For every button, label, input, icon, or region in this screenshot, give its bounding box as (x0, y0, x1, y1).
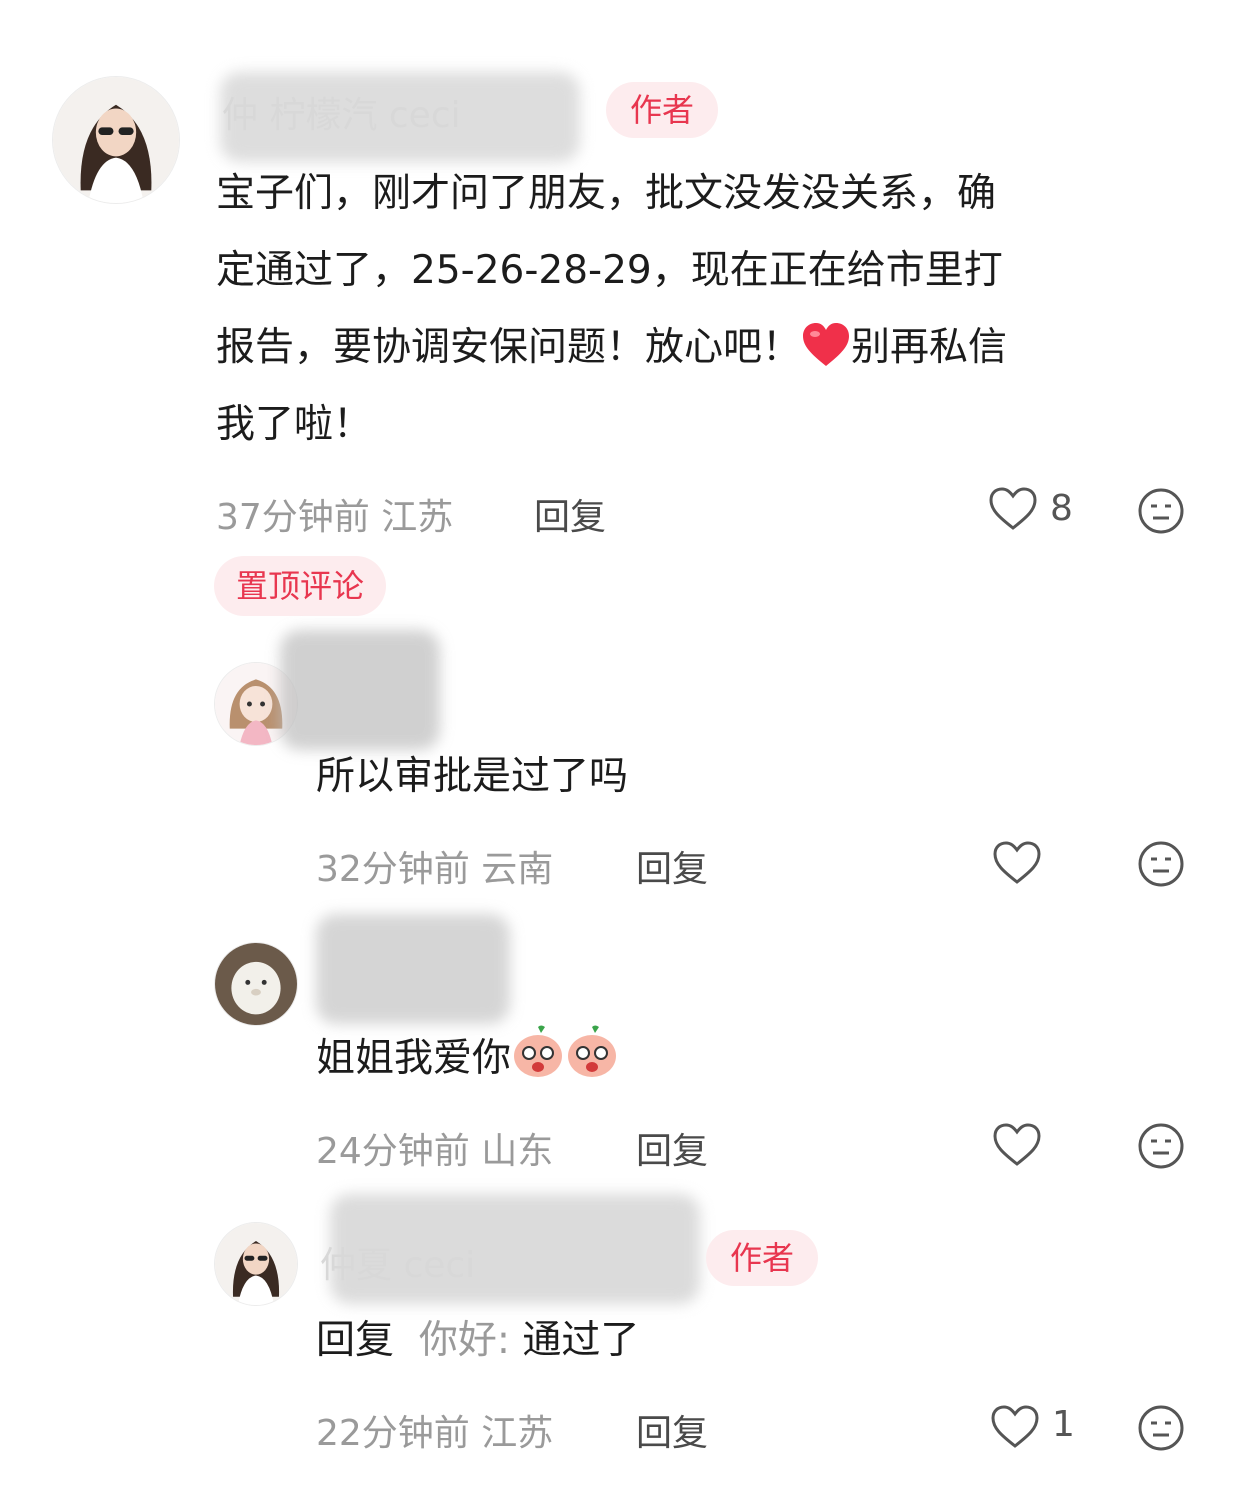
heart-icon[interactable] (992, 840, 1042, 886)
comment-4-text: 回复 你好: 通过了 (316, 1302, 639, 1379)
meh-face-icon[interactable] (1137, 487, 1185, 535)
comment-1-like-count: 8 (1050, 488, 1073, 529)
reply-target-user[interactable]: 你好: (419, 1318, 510, 1363)
username-blur (316, 914, 510, 1024)
author-avatar[interactable] (214, 1222, 298, 1306)
comment-4-body: 通过了 (522, 1318, 640, 1363)
avatar-portrait-image (215, 1223, 297, 1305)
peach-face-emoji-icon (511, 1023, 565, 1105)
meh-face-icon[interactable] (1137, 1404, 1185, 1452)
region: 江苏 (481, 1413, 554, 1454)
comment-4-reply-button[interactable]: 回复 (636, 1404, 708, 1456)
heart-icon[interactable] (992, 1122, 1042, 1168)
author-badge: 作者 (606, 82, 719, 138)
comment-2-text: 所以审批是过了吗 (316, 754, 629, 799)
comment-3-text: 姐姐我爱你 (316, 1020, 619, 1105)
comment-1-line-3a: 报告，要协调安保问题！放心吧！ (216, 325, 802, 370)
time: 37分钟前 (216, 497, 370, 538)
comment-1-line-1: 宝子们，刚才问了朋友，批文没发没关系，确 (216, 171, 997, 216)
comment-4-like-count: 1 (1052, 1404, 1075, 1445)
comment-1-username[interactable]: 仲 柠檬汽 ceci (222, 86, 461, 138)
region: 江苏 (381, 497, 454, 538)
comment-4-username[interactable]: 仲夏 ceci (320, 1236, 475, 1288)
comment-4-time: 22分钟前 江苏 (316, 1404, 553, 1456)
comment-1-line-4: 我了啦！ (216, 402, 373, 447)
red-heart-emoji-icon (801, 317, 851, 394)
comment-1-line-2: 定通过了，25-26-28-29，现在正在给市里打 (216, 248, 1003, 293)
time: 22分钟前 (316, 1413, 470, 1454)
comment-3-body: 姐姐我爱你 (316, 1036, 512, 1081)
comment-1-line-3: 报告，要协调安保问题！放心吧！ 别再私信 (216, 309, 1007, 394)
heart-icon[interactable] (990, 1404, 1040, 1450)
comment-2-reply-button[interactable]: 回复 (636, 840, 708, 892)
region: 云南 (481, 849, 554, 890)
comment-1-line-3b: 别再私信 (851, 325, 1008, 370)
avatar-portrait-image (53, 77, 179, 203)
comment-3-time: 24分钟前 山东 (316, 1122, 553, 1174)
time: 32分钟前 (316, 849, 470, 890)
heart-icon[interactable] (988, 486, 1038, 532)
meh-face-icon[interactable] (1137, 840, 1185, 888)
time: 24分钟前 (316, 1131, 470, 1172)
comment-1-time: 37分钟前 江苏 (216, 488, 453, 540)
peach-face-emoji-icon (565, 1023, 619, 1105)
region: 山东 (481, 1131, 554, 1172)
comment-1-reply-button[interactable]: 回复 (534, 488, 606, 540)
meh-face-icon[interactable] (1137, 1122, 1185, 1170)
comment-2-time: 32分钟前 云南 (316, 840, 553, 892)
avatar-plush-toy-image (215, 943, 297, 1025)
author-badge: 作者 (706, 1230, 819, 1286)
reply-prefix: 回复 (316, 1318, 395, 1363)
username-blur (280, 630, 440, 750)
user-avatar[interactable] (214, 942, 298, 1026)
author-avatar[interactable] (52, 76, 180, 204)
comment-3-reply-button[interactable]: 回复 (636, 1122, 708, 1174)
pinned-comment-badge: 置顶评论 (214, 556, 387, 616)
